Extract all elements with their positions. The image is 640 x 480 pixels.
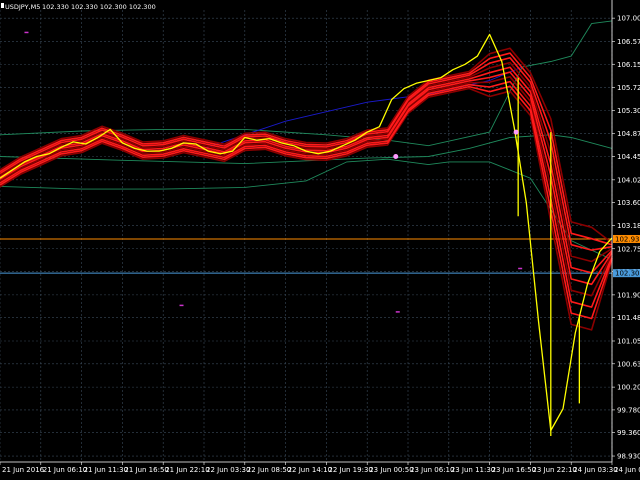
x-tick-label: 21 Jun 16:50 <box>124 466 168 474</box>
signal-marker <box>518 267 523 270</box>
price-tag-label: 102.930 <box>615 235 640 243</box>
y-tick-label: 101.050 <box>617 337 640 345</box>
signal-marker <box>179 304 184 307</box>
y-tick-label: 100.630 <box>617 360 640 368</box>
price-tag-label: 102.300 <box>615 270 640 278</box>
signal-marker <box>24 31 29 34</box>
y-tick-label: 104.450 <box>617 153 640 161</box>
y-tick-label: 104.020 <box>617 176 640 184</box>
x-tick-label: 22 Jun 08:50 <box>247 466 291 474</box>
y-tick-label: 100.200 <box>617 384 640 392</box>
x-tick-label: 23 Jun 06:10 <box>410 466 454 474</box>
y-tick-label: 101.900 <box>617 291 640 299</box>
price-chart[interactable]: 107.000 106.570 106.150 105.720 105.300 104.8… <box>0 0 640 480</box>
chart-background <box>0 0 640 480</box>
x-tick-label: 23 Jun 16:50 <box>492 466 536 474</box>
y-tick-label: 101.480 <box>617 314 640 322</box>
signal-dot <box>513 129 519 135</box>
y-tick-label: 98.930 <box>617 453 640 461</box>
x-tick-label: 24 Jun 03:30 <box>573 466 617 474</box>
x-tick-label: 21 Jun 11:30 <box>84 466 128 474</box>
x-tick-label: 23 Jun 11:30 <box>451 466 495 474</box>
x-tick-label: 23 Jun 00:50 <box>369 466 413 474</box>
header-icon <box>1 3 4 8</box>
y-tick-label: 99.780 <box>617 406 640 414</box>
x-tick-label: 23 Jun 22:10 <box>532 466 576 474</box>
ohlc-values: 102.330 102.330 102.300 102.300 <box>42 3 156 11</box>
x-tick-label: 21 Jun 22:10 <box>165 466 209 474</box>
y-tick-label: 103.600 <box>617 199 640 207</box>
y-tick-label: 102.750 <box>617 245 640 253</box>
signal-marker <box>395 311 400 313</box>
symbol-title: USDJPY,M5 <box>5 3 40 11</box>
x-tick-label: 22 Jun 14:10 <box>288 466 332 474</box>
y-tick-label: 103.180 <box>617 222 640 230</box>
x-tick-label: 21 Jun 06:10 <box>43 466 87 474</box>
y-tick-label: 104.870 <box>617 130 640 138</box>
y-tick-label: 106.570 <box>617 38 640 46</box>
signal-dot <box>393 154 399 160</box>
x-tick-label: 22 Jun 03:30 <box>206 466 250 474</box>
symbol-header: USDJPY,M5 102.330 102.330 102.300 102.30… <box>1 3 156 11</box>
x-tick-label: 21 Jun 2016 <box>2 466 45 474</box>
y-tick-label: 99.360 <box>617 429 640 437</box>
y-tick-label: 105.300 <box>617 107 640 115</box>
x-tick-label: 22 Jun 19:30 <box>328 466 372 474</box>
y-tick-label: 105.720 <box>617 84 640 92</box>
y-tick-label: 107.000 <box>617 15 640 23</box>
y-tick-label: 106.150 <box>617 61 640 69</box>
x-tick-label: 24 Jun 08:50 <box>614 466 640 474</box>
